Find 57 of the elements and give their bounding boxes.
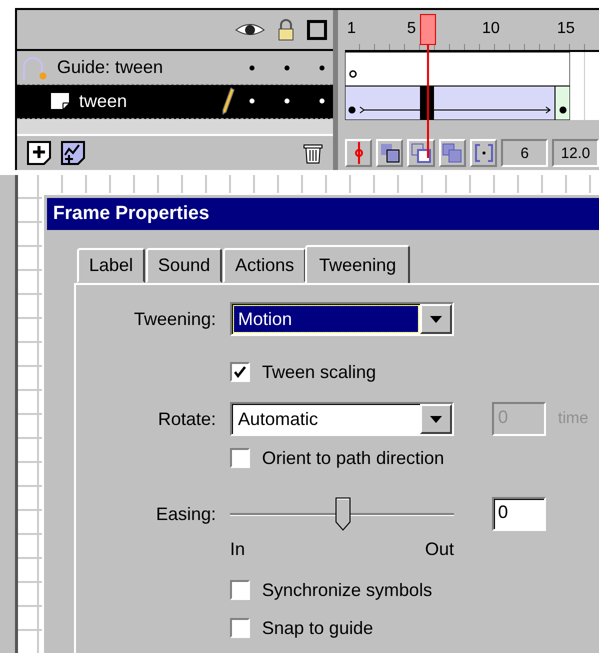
dot-icon[interactable] bbox=[249, 64, 255, 71]
squares-icon bbox=[442, 143, 462, 163]
checkbox[interactable] bbox=[230, 448, 250, 468]
checkbox-label: Synchronize symbols bbox=[262, 580, 432, 600]
lock-icon[interactable] bbox=[277, 18, 295, 41]
dot-icon[interactable] bbox=[284, 98, 290, 104]
rotate-dropdown[interactable]: Automatic bbox=[230, 402, 454, 436]
field-label: Rotate: bbox=[156, 408, 216, 430]
checkbox-label: Tween scaling bbox=[262, 362, 376, 382]
layer-row[interactable]: tween bbox=[17, 85, 333, 119]
slider-min-label: In bbox=[230, 538, 246, 560]
brackets-icon bbox=[474, 143, 494, 163]
dot-icon[interactable] bbox=[284, 64, 290, 71]
field-label: Easing: bbox=[154, 504, 216, 524]
current-frame-field: 6 bbox=[501, 139, 548, 167]
tab[interactable]: Label bbox=[77, 248, 146, 283]
guide-layer-icon bbox=[21, 54, 47, 81]
onion-markers-button[interactable] bbox=[470, 139, 498, 167]
onion-skin-button[interactable] bbox=[376, 139, 404, 167]
checkbox[interactable] bbox=[230, 580, 250, 600]
frame-number: 15 bbox=[557, 20, 575, 38]
layer-name: tween bbox=[79, 90, 128, 112]
dot-icon[interactable] bbox=[319, 64, 325, 71]
squares-icon bbox=[380, 143, 400, 163]
pencil-icon bbox=[221, 87, 235, 116]
layer-name: Guide: tween bbox=[57, 57, 164, 78]
frame-number: 5 bbox=[407, 20, 416, 38]
add-guide-icon[interactable] bbox=[61, 141, 85, 166]
slider-thumb[interactable] bbox=[335, 497, 351, 531]
checkbox[interactable] bbox=[230, 618, 250, 638]
caret-icon bbox=[430, 316, 442, 322]
marker-icon bbox=[354, 142, 364, 164]
field-label: Tweening: bbox=[132, 308, 216, 330]
checkbox-label: Snap to guide bbox=[262, 618, 374, 638]
trash-icon[interactable] bbox=[303, 142, 323, 164]
caret-icon bbox=[430, 416, 442, 422]
tab[interactable]: Tweening bbox=[305, 245, 410, 283]
window-title: Frame Properties bbox=[47, 198, 599, 230]
easing-field[interactable]: 0 bbox=[492, 497, 546, 531]
slider-max-label: Out bbox=[424, 538, 454, 560]
frame-number: 1 bbox=[347, 20, 356, 38]
playhead[interactable] bbox=[420, 14, 436, 158]
checkbox-label: Orient to path direction bbox=[262, 448, 444, 468]
outline-square-icon[interactable] bbox=[307, 20, 327, 40]
dot-icon[interactable] bbox=[319, 98, 325, 104]
edit-multiple-frames-button[interactable] bbox=[438, 139, 466, 167]
dot-icon[interactable] bbox=[249, 98, 255, 104]
center-frame-button[interactable] bbox=[345, 139, 372, 167]
squares-icon bbox=[411, 143, 432, 163]
add-layer-icon[interactable] bbox=[27, 141, 51, 166]
frame-rate-field: 12.0 bbox=[552, 139, 599, 167]
layer-icon bbox=[51, 93, 69, 110]
frame-number: 10 bbox=[482, 20, 500, 38]
tweening-dropdown[interactable]: Motion bbox=[230, 302, 454, 336]
checkbox[interactable] bbox=[230, 362, 250, 382]
tab[interactable]: Sound bbox=[146, 248, 222, 283]
onion-outline-button[interactable] bbox=[407, 139, 435, 167]
